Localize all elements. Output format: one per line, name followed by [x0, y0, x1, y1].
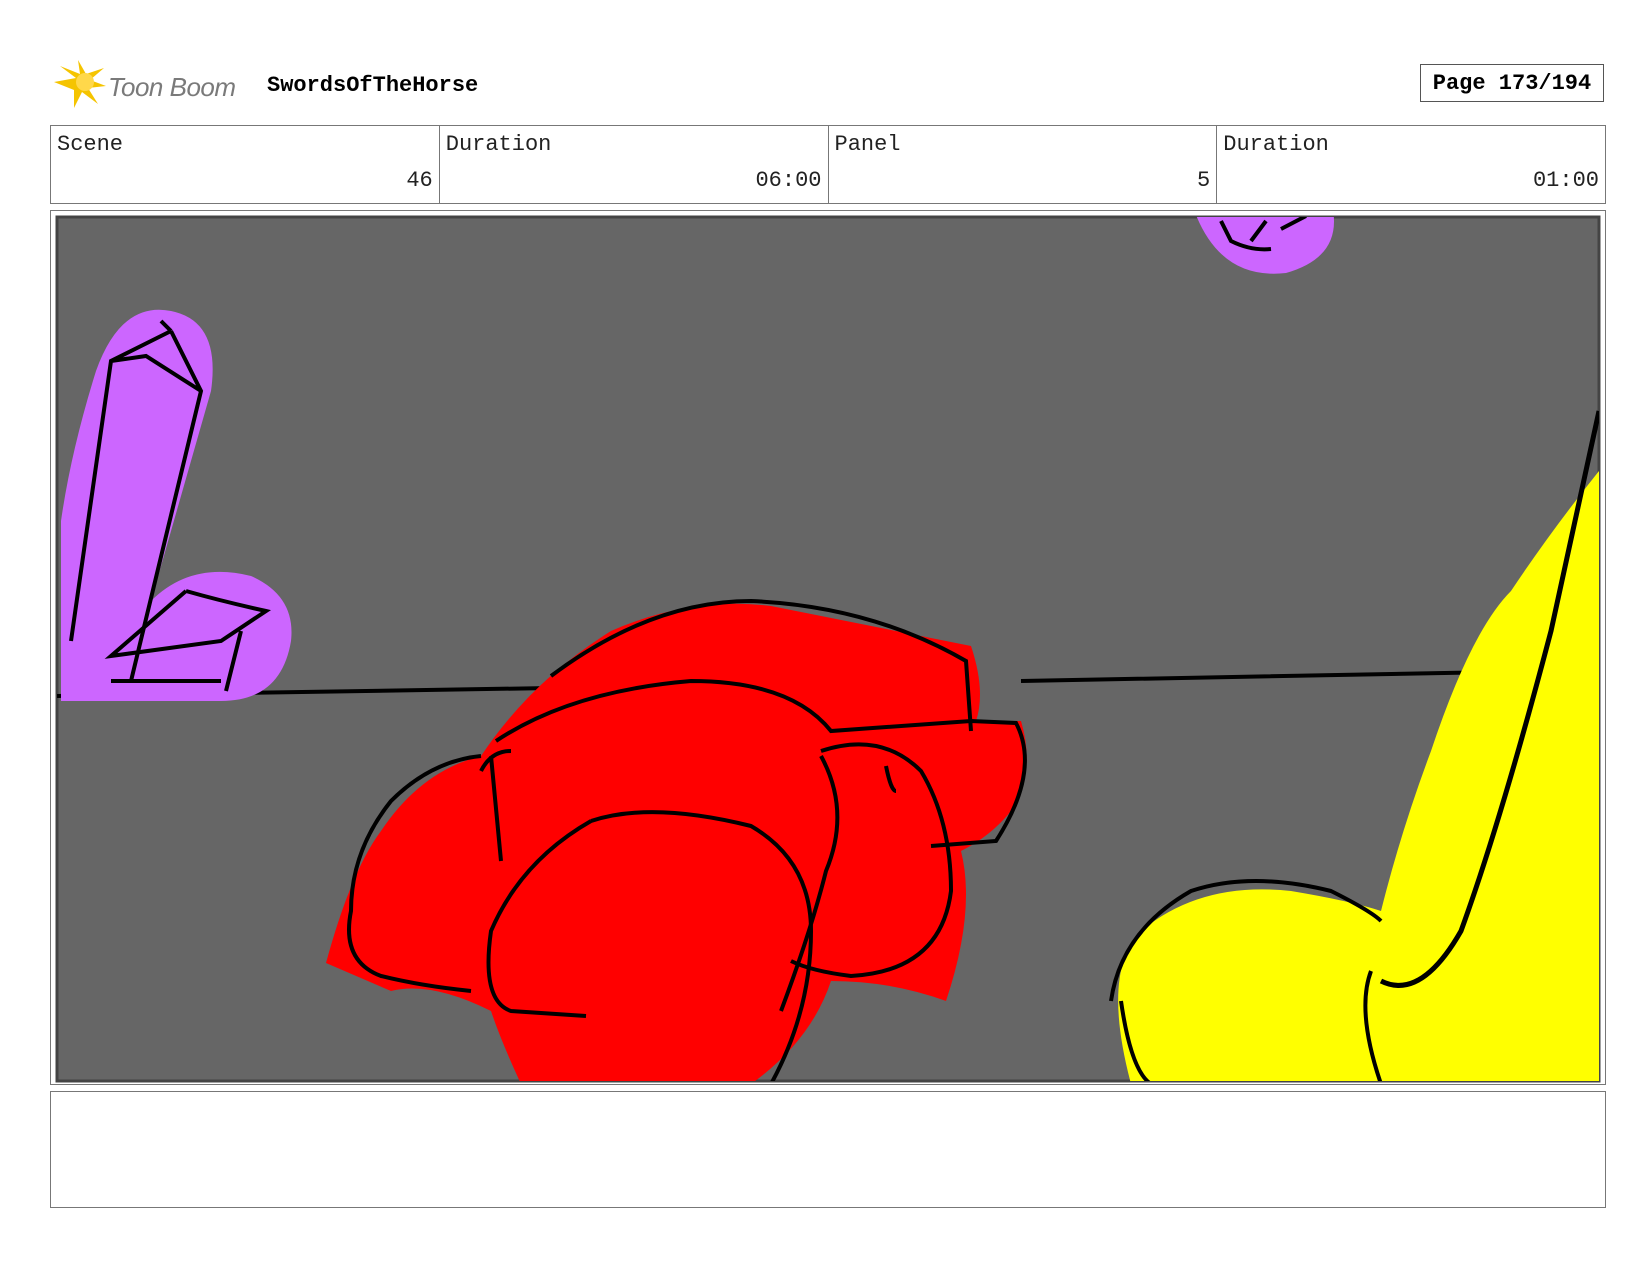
panel-value: 5	[1197, 168, 1211, 193]
project-title: SwordsOfTheHorse	[267, 73, 479, 98]
scene-duration-cell: Duration 06:00	[440, 126, 829, 203]
panel-duration-value: 01:00	[1532, 168, 1599, 193]
scene-duration-label: Duration	[445, 132, 552, 157]
notes-box	[50, 1091, 1606, 1208]
scene-value: 46	[406, 168, 433, 193]
starburst-icon	[54, 60, 106, 108]
panel-info-bar: Scene 46 Duration 06:00 Panel 5 Duration…	[50, 125, 1606, 204]
scene-label: Scene	[57, 132, 124, 157]
panel-cell: Panel 5	[829, 126, 1218, 203]
storyboard-frame	[50, 210, 1606, 1085]
page-header: Toon Boom SwordsOfTheHorse Page 173/194	[52, 58, 1612, 108]
scene-cell: Scene 46	[51, 126, 440, 203]
scene-duration-value: 06:00	[755, 168, 822, 193]
logo-text: Toon Boom	[108, 72, 236, 102]
panel-label: Panel	[834, 132, 901, 157]
toon-boom-logo: Toon Boom	[52, 60, 252, 108]
panel-duration-label: Duration	[1223, 132, 1329, 157]
panel-drawing	[51, 211, 1605, 1084]
panel-duration-cell: Duration 01:00	[1217, 126, 1605, 203]
page-indicator: Page 173/194	[1420, 64, 1604, 102]
